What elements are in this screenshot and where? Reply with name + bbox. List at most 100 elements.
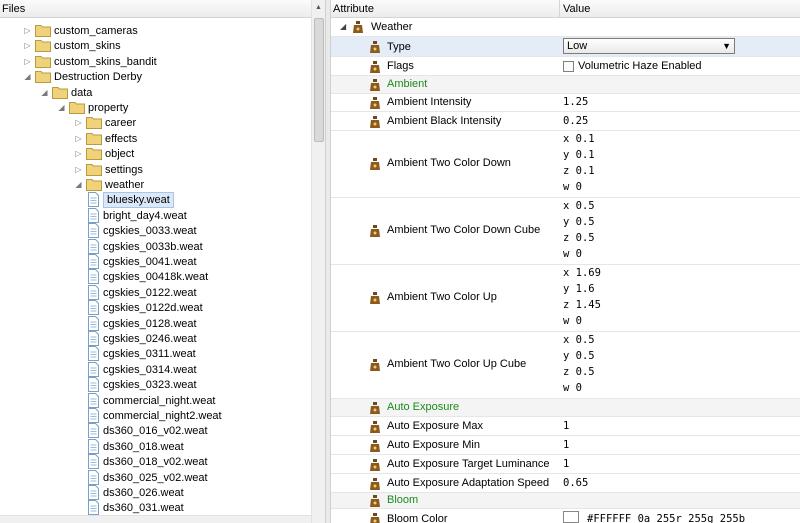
tree-folder[interactable]: ▷ effects: [0, 131, 311, 147]
tree-file[interactable]: cgskies_0122d.weat: [0, 300, 311, 316]
tree-file[interactable]: cgskies_0246.weat: [0, 331, 311, 347]
tree-file[interactable]: commercial_night.weat: [0, 392, 311, 409]
tree-file[interactable]: ds360_018.weat: [0, 438, 311, 455]
tree-file[interactable]: cgskies_0128.weat: [0, 315, 311, 332]
collapsed-triangle-icon[interactable]: ▷: [23, 26, 32, 35]
scroll-up-arrow-icon[interactable]: ▲: [315, 4, 322, 11]
tree-file[interactable]: ds360_018_v02.weat: [0, 454, 311, 470]
tree-file[interactable]: cgskies_0311.weat: [0, 346, 311, 362]
two-down-x[interactable]: x 0.1: [563, 133, 595, 145]
property-row-type[interactable]: Type Low ▼: [331, 37, 800, 57]
two-up-x[interactable]: x 1.69: [563, 267, 601, 279]
attribute-column-header[interactable]: Attribute: [331, 0, 560, 18]
property-row-weather[interactable]: ◢ Weather: [331, 18, 800, 37]
tree-folder[interactable]: ▷ object: [0, 146, 311, 162]
expanded-triangle-icon[interactable]: ◢: [74, 180, 83, 189]
tree-file[interactable]: cgskies_0323.weat: [0, 377, 311, 393]
collapsed-triangle-icon[interactable]: ▷: [74, 149, 83, 158]
tree-file[interactable]: cgskies_0041.weat: [0, 254, 311, 270]
tree-folder[interactable]: ▷ custom_skins_bandit: [0, 54, 311, 70]
tree-folder[interactable]: ▷ custom_cameras: [0, 23, 311, 39]
collapsed-triangle-icon[interactable]: ▷: [23, 41, 32, 50]
tree-file[interactable]: cgskies_0122.weat: [0, 284, 311, 301]
property-row-ae-min[interactable]: Auto Exposure Min 1: [331, 436, 800, 455]
tree-file[interactable]: cgskies_0033.weat: [0, 223, 311, 239]
tree-file[interactable]: cgskies_00418k.weat: [0, 269, 311, 285]
property-row-bloom-color[interactable]: Bloom Color #FFFFFF 0a 255r 255g 255b: [331, 509, 800, 523]
tree-file[interactable]: bright_day4.weat: [0, 207, 311, 224]
two-down-cube-z[interactable]: z 0.5: [563, 232, 595, 244]
two-down-cube-y[interactable]: y 0.5: [563, 216, 595, 228]
weight-icon: [370, 61, 380, 73]
ambient-intensity-value[interactable]: 1.25: [563, 96, 588, 108]
tree-file[interactable]: ds360_016_v02.weat: [0, 423, 311, 439]
file-tree[interactable]: ▷ custom_cameras ▷ custom_skins ▷ custom_skin…: [0, 18, 311, 515]
tree-file[interactable]: ds360_025_v02.weat: [0, 469, 311, 486]
tree-file[interactable]: commercial_night2.weat: [0, 408, 311, 424]
tree-file[interactable]: bluesky.weat: [0, 192, 311, 209]
tree-folder[interactable]: ◢ Destruction Derby: [0, 69, 311, 85]
weight-icon: [370, 478, 380, 490]
tree-file[interactable]: cgskies_0033b.weat: [0, 238, 311, 255]
collapsed-triangle-icon[interactable]: ▷: [74, 165, 83, 174]
property-row-ambient-black-intensity[interactable]: Ambient Black Intensity 0.25: [331, 112, 800, 131]
files-header[interactable]: Files: [0, 0, 311, 18]
two-up-cube-w[interactable]: w 0: [563, 382, 582, 394]
scrollbar-thumb[interactable]: [314, 18, 324, 142]
tree-folder[interactable]: ◢ weather: [0, 177, 311, 193]
tree-folder[interactable]: ◢ data: [0, 85, 311, 101]
files-horizontal-scrollbar[interactable]: [0, 515, 311, 523]
files-vertical-scrollbar[interactable]: ▲: [311, 0, 325, 523]
tree-file[interactable]: ds360_031.weat: [0, 500, 311, 515]
property-row-ae-speed[interactable]: Auto Exposure Adaptation Speed 0.65: [331, 474, 800, 493]
group-bloom[interactable]: Bloom: [331, 493, 800, 509]
tree-file[interactable]: cgskies_0314.weat: [0, 361, 311, 378]
two-up-cube-y[interactable]: y 0.5: [563, 350, 595, 362]
property-row-ambient-two-color-up-cube[interactable]: Ambient Two Color Up Cube x 0.5 y 0.5 z …: [331, 332, 800, 399]
bloom-color-value[interactable]: #FFFFFF 0a 255r 255g 255b: [587, 513, 745, 523]
group-auto-exposure[interactable]: Auto Exposure: [331, 399, 800, 417]
tree-folder[interactable]: ◢ property: [0, 100, 311, 116]
bloom-color-swatch[interactable]: [563, 511, 579, 523]
two-up-cube-x[interactable]: x 0.5: [563, 334, 595, 346]
ae-min-value[interactable]: 1: [563, 439, 569, 451]
expanded-triangle-icon[interactable]: ◢: [40, 88, 49, 97]
two-down-y[interactable]: y 0.1: [563, 149, 595, 161]
tree-folder[interactable]: ▷ custom_skins: [0, 38, 311, 54]
file-icon: [88, 238, 99, 254]
two-up-y[interactable]: y 1.6: [563, 283, 595, 295]
chevron-down-icon[interactable]: ▼: [722, 39, 731, 53]
property-row-ae-max[interactable]: Auto Exposure Max 1: [331, 417, 800, 436]
group-ambient[interactable]: Ambient: [331, 76, 800, 94]
two-up-w[interactable]: w 0: [563, 315, 582, 327]
two-up-cube-z[interactable]: z 0.5: [563, 366, 595, 378]
two-down-z[interactable]: z 0.1: [563, 165, 595, 177]
ae-target-value[interactable]: 1: [563, 458, 569, 470]
volumetric-haze-checkbox[interactable]: [563, 61, 574, 72]
ae-speed-value[interactable]: 0.65: [563, 477, 588, 489]
collapse-triangle-icon[interactable]: ◢: [340, 22, 346, 31]
property-row-ambient-two-color-down[interactable]: Ambient Two Color Down x 0.1 y 0.1 z 0.1…: [331, 131, 800, 198]
two-down-cube-w[interactable]: w 0: [563, 248, 582, 260]
collapsed-triangle-icon[interactable]: ▷: [74, 118, 83, 127]
type-dropdown[interactable]: Low ▼: [563, 38, 735, 54]
two-up-z[interactable]: z 1.45: [563, 299, 601, 311]
tree-file[interactable]: ds360_026.weat: [0, 485, 311, 501]
expanded-triangle-icon[interactable]: ◢: [57, 103, 66, 112]
collapsed-triangle-icon[interactable]: ▷: [74, 134, 83, 143]
volumetric-haze-label[interactable]: Volumetric Haze Enabled: [578, 60, 702, 72]
value-column-header[interactable]: Value: [560, 0, 800, 18]
tree-folder[interactable]: ▷ settings: [0, 162, 311, 178]
property-row-ambient-two-color-down-cube[interactable]: Ambient Two Color Down Cube x 0.5 y 0.5 …: [331, 198, 800, 265]
tree-folder[interactable]: ▷ career: [0, 115, 311, 131]
ae-max-value[interactable]: 1: [563, 420, 569, 432]
expanded-triangle-icon[interactable]: ◢: [23, 72, 32, 81]
property-row-ae-target[interactable]: Auto Exposure Target Luminance 1: [331, 455, 800, 474]
collapsed-triangle-icon[interactable]: ▷: [23, 57, 32, 66]
two-down-w[interactable]: w 0: [563, 181, 582, 193]
property-row-flags[interactable]: Flags Volumetric Haze Enabled: [331, 57, 800, 76]
two-down-cube-x[interactable]: x 0.5: [563, 200, 595, 212]
ambient-black-value[interactable]: 0.25: [563, 115, 588, 127]
property-row-ambient-intensity[interactable]: Ambient Intensity 1.25: [331, 94, 800, 112]
property-row-ambient-two-color-up[interactable]: Ambient Two Color Up x 1.69 y 1.6 z 1.45…: [331, 265, 800, 332]
